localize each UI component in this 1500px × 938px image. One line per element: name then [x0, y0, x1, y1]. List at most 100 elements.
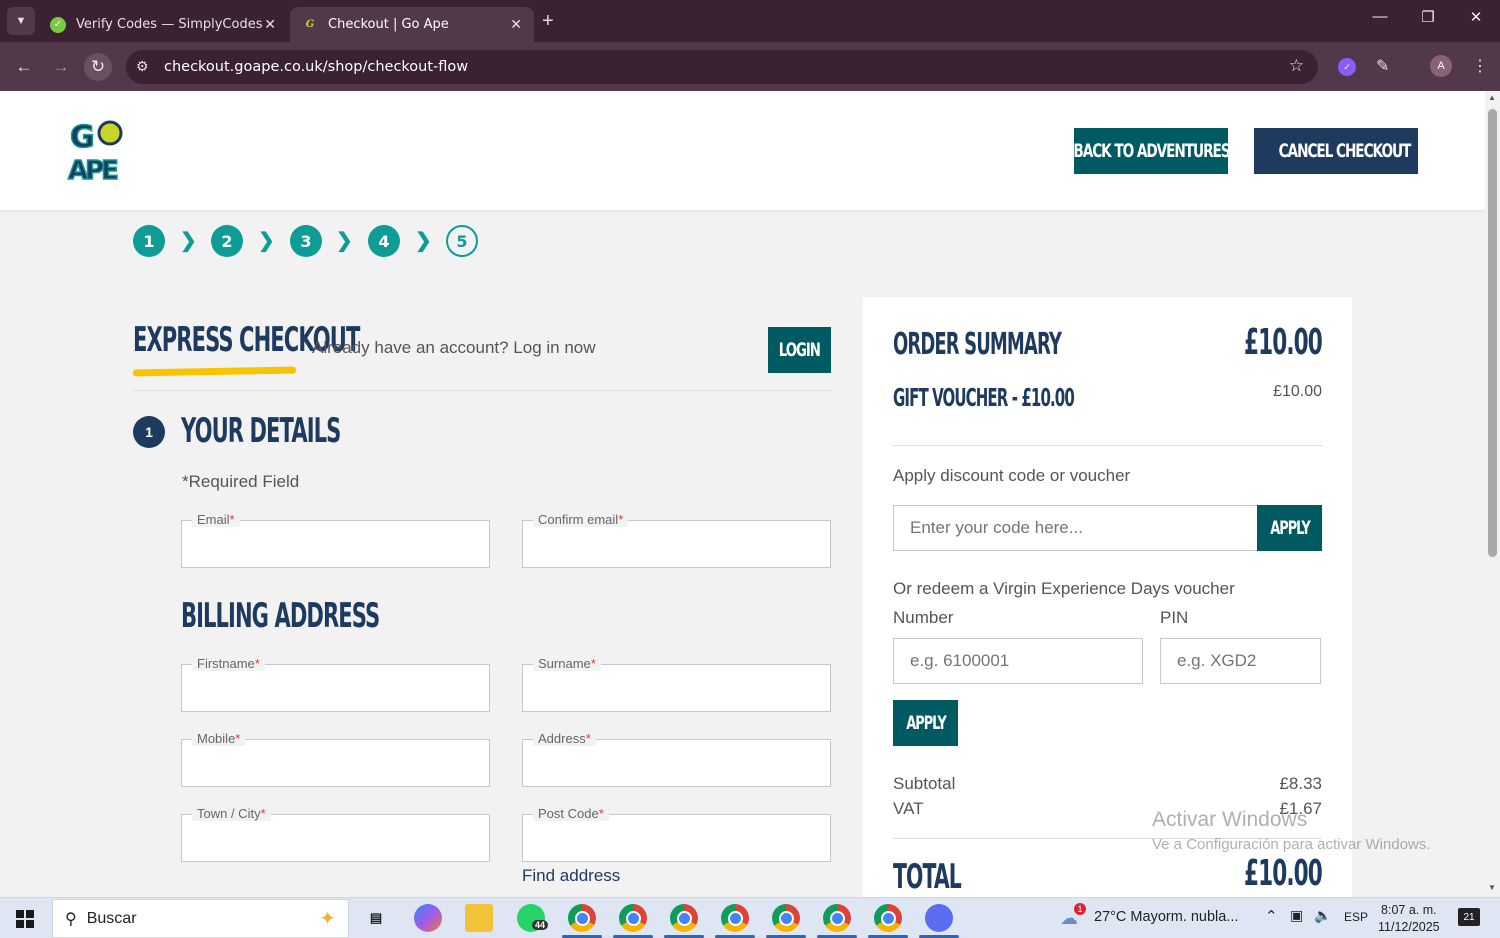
- reload-icon[interactable]: ↻: [84, 53, 112, 81]
- address-field[interactable]: Address*: [522, 731, 831, 787]
- chrome-profile-icon[interactable]: [823, 904, 851, 932]
- chrome-profile-icon[interactable]: [721, 904, 749, 932]
- minimize-window-icon[interactable]: —: [1357, 8, 1403, 25]
- taskbar-search[interactable]: ⚲ Buscar ✦: [52, 899, 349, 938]
- site-header: G APE BACK TO ADVENTURES ✕ CANCEL CHECKO…: [0, 91, 1485, 210]
- volume-icon[interactable]: 🔈: [1314, 907, 1331, 924]
- voucher-pin-label: PIN: [1160, 608, 1189, 627]
- task-view-icon[interactable]: ▤: [362, 904, 390, 932]
- chrome-profile-icon[interactable]: [772, 904, 800, 932]
- network-icon[interactable]: ▣: [1290, 907, 1303, 924]
- email-field[interactable]: Email*: [181, 512, 490, 568]
- voucher-number-field[interactable]: [893, 638, 1143, 684]
- cancel-x-circle-icon: ✕: [1236, 140, 1252, 162]
- apply-voucher-button[interactable]: APPLY: [893, 700, 958, 746]
- goape-logo[interactable]: G APE: [66, 117, 130, 183]
- scroll-down-arrow-icon[interactable]: ▼: [1488, 883, 1496, 892]
- windows-start-icon[interactable]: [16, 910, 34, 928]
- tray-chevron-up-icon[interactable]: ⌃: [1265, 907, 1278, 925]
- login-button[interactable]: LOGIN: [768, 327, 831, 373]
- voucher-number-input[interactable]: [894, 639, 1142, 683]
- extensions-puzzle-icon[interactable]: ✎: [1376, 56, 1389, 76]
- browser-tab-goape[interactable]: G Checkout | Go Ape ✕: [290, 7, 534, 42]
- forward-arrow-icon[interactable]: →: [47, 53, 75, 81]
- language-indicator[interactable]: ESP: [1344, 910, 1368, 924]
- address-bar[interactable]: ⚙ checkout.goape.co.uk/shop/checkout-flo…: [126, 50, 1318, 84]
- cancel-checkout-button[interactable]: ✕ CANCEL CHECKOUT: [1236, 128, 1418, 174]
- discord-app-icon[interactable]: [925, 904, 953, 932]
- page-scrollbar[interactable]: ▲ ▼: [1485, 91, 1500, 897]
- surname-input[interactable]: [523, 665, 830, 711]
- file-explorer-icon[interactable]: [465, 904, 493, 932]
- town-city-label: Town / City*: [192, 806, 271, 821]
- chevron-right-icon: ❯: [415, 230, 432, 252]
- surname-field[interactable]: Surname*: [522, 656, 831, 712]
- discount-code-input[interactable]: [894, 506, 1258, 550]
- town-city-field[interactable]: Town / City*: [181, 806, 490, 862]
- back-to-adventures-button[interactable]: BACK TO ADVENTURES: [1073, 128, 1230, 174]
- clock-date: 11/12/2025: [1378, 920, 1440, 934]
- svg-text:APE: APE: [68, 156, 117, 183]
- copilot-sparkle-icon: ✦: [319, 908, 336, 930]
- discount-code-field[interactable]: [893, 505, 1259, 551]
- browser-tab-bar: ▼ ✓ Verify Codes — SimplyCodes ✕ G Check…: [0, 0, 1500, 42]
- browser-menu-icon[interactable]: ⋮: [1472, 56, 1488, 76]
- scrollbar-thumb[interactable]: [1488, 109, 1497, 557]
- confirm-email-input[interactable]: [523, 521, 830, 567]
- tab-search-chevron-icon[interactable]: ▼: [7, 7, 35, 35]
- simplycodes-favicon-icon: ✓: [50, 16, 66, 33]
- vat-value: £1.67: [1279, 799, 1322, 818]
- windows-taskbar: ⚲ Buscar ✦ ▤ 44 ☁ 1 27°C Mayorm. nubla..…: [0, 897, 1500, 938]
- close-window-icon[interactable]: ✕: [1453, 8, 1499, 26]
- copilot-app-icon[interactable]: [414, 904, 442, 932]
- site-settings-icon[interactable]: ⚙: [136, 58, 149, 75]
- tab-close-icon[interactable]: ✕: [264, 17, 276, 33]
- mobile-field[interactable]: Mobile*: [181, 731, 490, 787]
- url-text[interactable]: checkout.goape.co.uk/shop/checkout-flow: [164, 59, 468, 75]
- chrome-profile-icon[interactable]: [874, 904, 902, 932]
- notifications-icon[interactable]: 21: [1458, 908, 1480, 926]
- order-summary-heading: ORDER SUMMARY: [893, 327, 1062, 362]
- confirm-email-field[interactable]: Confirm email*: [522, 512, 831, 568]
- required-field-note: *Required Field: [182, 472, 300, 491]
- postcode-input[interactable]: [523, 815, 830, 861]
- new-tab-plus-icon[interactable]: +: [542, 10, 554, 33]
- chrome-profile-icon[interactable]: [670, 904, 698, 932]
- chrome-profile-icon[interactable]: [619, 904, 647, 932]
- voucher-pin-input[interactable]: [1161, 639, 1320, 683]
- whatsapp-icon[interactable]: 44: [517, 904, 549, 932]
- line-item-name: GIFT VOUCHER - £10.00: [893, 383, 1075, 412]
- search-placeholder: Buscar: [86, 909, 137, 927]
- back-arrow-icon[interactable]: ←: [10, 53, 38, 81]
- subtotal-label: Subtotal: [893, 774, 956, 793]
- postcode-label: Post Code*: [533, 806, 609, 821]
- postcode-field[interactable]: Post Code*: [522, 806, 831, 862]
- address-input[interactable]: [523, 740, 830, 786]
- email-input[interactable]: [182, 521, 489, 567]
- tab-title: Checkout | Go Ape: [328, 17, 449, 32]
- step-1: 1: [133, 225, 165, 257]
- extension-simplycodes-icon[interactable]: ✓: [1338, 58, 1356, 76]
- browser-tab-simplycodes[interactable]: ✓ Verify Codes — SimplyCodes ✕: [38, 7, 288, 42]
- firstname-input[interactable]: [182, 665, 489, 711]
- bookmark-star-icon[interactable]: ☆: [1289, 56, 1304, 76]
- goape-favicon-icon: G: [305, 19, 315, 30]
- subtotal-value: £8.33: [1279, 774, 1322, 793]
- weather-text[interactable]: 27°C Mayorm. nubla...: [1094, 909, 1238, 925]
- divider: [133, 390, 831, 391]
- firstname-field[interactable]: Firstname*: [181, 656, 490, 712]
- mobile-input[interactable]: [182, 740, 489, 786]
- voucher-pin-field[interactable]: [1160, 638, 1321, 684]
- confirm-email-label: Confirm email*: [533, 512, 629, 527]
- chrome-profile-icon[interactable]: [568, 904, 596, 932]
- profile-avatar[interactable]: A: [1430, 55, 1452, 77]
- scroll-up-arrow-icon[interactable]: ▲: [1488, 93, 1496, 102]
- restore-window-icon[interactable]: ❐: [1405, 8, 1451, 26]
- tab-close-icon[interactable]: ✕: [510, 17, 522, 33]
- town-city-input[interactable]: [182, 815, 489, 861]
- mobile-label: Mobile*: [192, 731, 246, 746]
- system-clock[interactable]: 8:07 a. m. 11/12/2025: [1378, 902, 1440, 936]
- apply-discount-button[interactable]: APPLY: [1257, 505, 1322, 551]
- find-address-link[interactable]: Find address: [522, 866, 620, 886]
- step-3: 3: [290, 225, 322, 257]
